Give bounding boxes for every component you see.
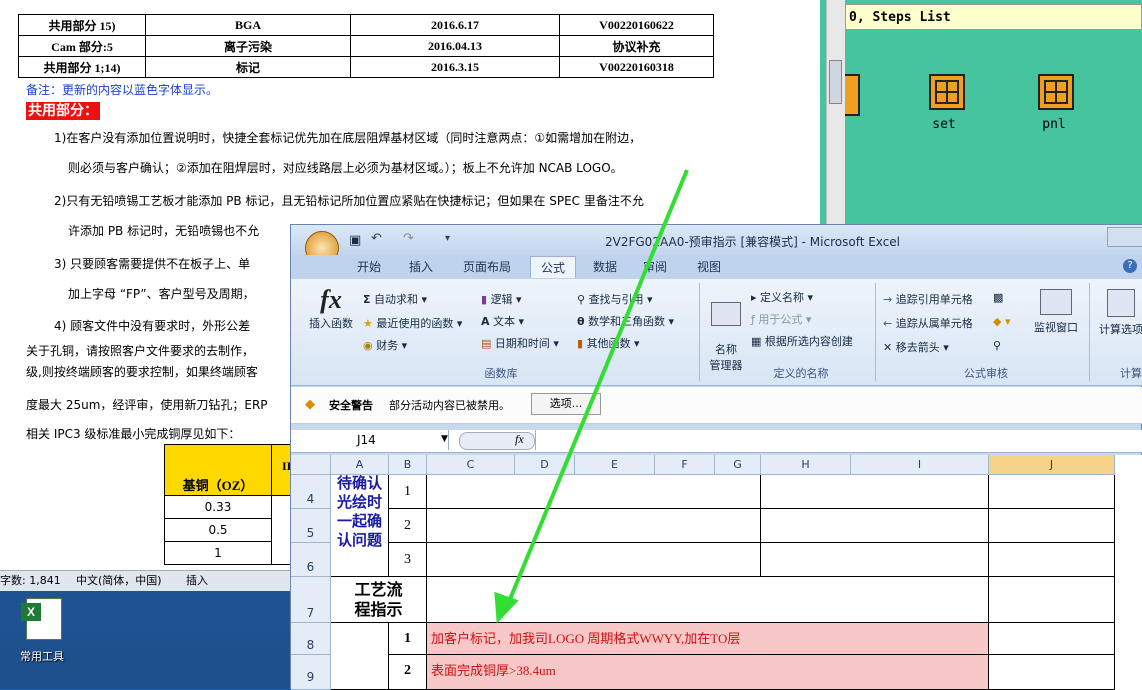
annotation-arrow bbox=[494, 169, 689, 624]
arrow-shaft bbox=[506, 169, 689, 605]
arrow-head bbox=[494, 591, 519, 624]
